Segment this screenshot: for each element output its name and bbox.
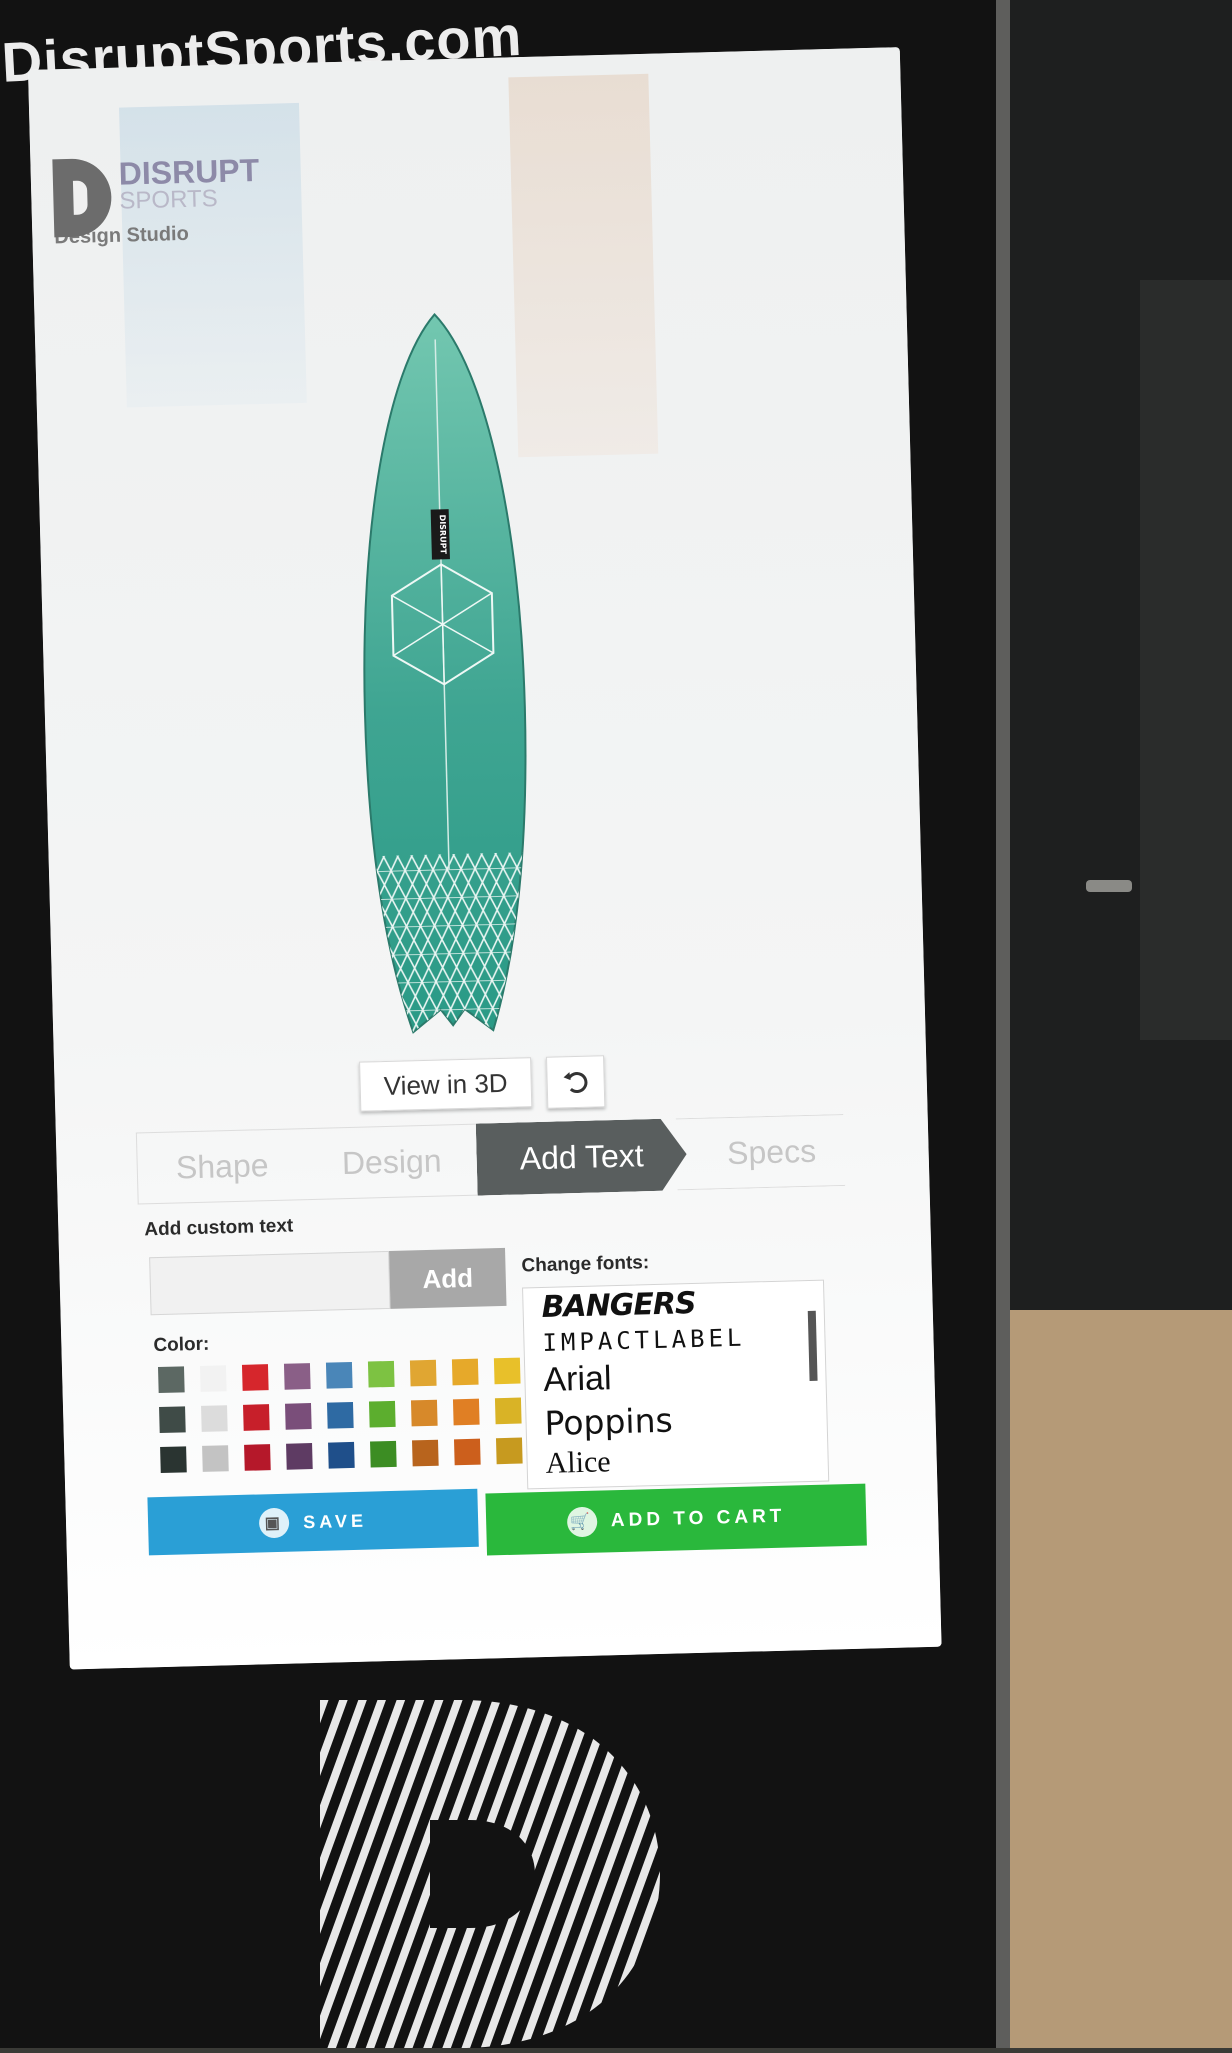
color-swatch[interactable] bbox=[493, 1357, 521, 1385]
color-swatch[interactable] bbox=[328, 1441, 355, 1469]
color-label: Color: bbox=[153, 1333, 210, 1357]
kiosk-frame: DisruptSports.com DISRUPT SPORTS Design … bbox=[0, 0, 1010, 2048]
logo-text: DISRUPT SPORTS Design Studio bbox=[54, 151, 261, 248]
color-swatch[interactable] bbox=[370, 1440, 397, 1468]
color-swatch[interactable] bbox=[157, 1366, 185, 1394]
color-swatch[interactable] bbox=[199, 1365, 227, 1392]
color-swatch[interactable] bbox=[409, 1359, 437, 1387]
add-text-button[interactable]: Add bbox=[389, 1247, 507, 1309]
custom-text-input[interactable] bbox=[149, 1250, 391, 1316]
save-button-label: SAVE bbox=[302, 1510, 368, 1532]
door-handle bbox=[1086, 880, 1132, 892]
add-to-cart-button[interactable]: 🛒 ADD TO CART bbox=[485, 1483, 867, 1556]
save-button[interactable]: ▣ SAVE bbox=[147, 1488, 479, 1556]
color-swatch[interactable] bbox=[451, 1358, 479, 1386]
view-in-3d-button[interactable]: View in 3D bbox=[359, 1057, 533, 1112]
font-option-alice[interactable]: Alice bbox=[527, 1438, 828, 1484]
color-swatch[interactable] bbox=[495, 1437, 523, 1465]
surfboard-pattern bbox=[354, 851, 534, 1034]
color-swatch-grid bbox=[157, 1357, 523, 1474]
background-glass bbox=[1140, 280, 1232, 1040]
font-list[interactable]: BANGERS IMPACTLABEL Arial Poppins Alice bbox=[522, 1279, 830, 1490]
board-sticker-text: DISRUPT bbox=[438, 515, 448, 555]
custom-text-label: Add custom text bbox=[144, 1215, 294, 1241]
tab-add-text[interactable]: Add Text bbox=[476, 1118, 688, 1195]
tab-specs[interactable]: Specs bbox=[676, 1113, 868, 1190]
color-swatch[interactable] bbox=[202, 1445, 229, 1472]
color-swatch[interactable] bbox=[494, 1397, 522, 1425]
kiosk-screen: DISRUPT SPORTS Design Studio DISRUPT Vie… bbox=[28, 47, 942, 1670]
tab-design[interactable]: Design bbox=[305, 1123, 478, 1201]
color-swatch[interactable] bbox=[160, 1446, 187, 1474]
surfboard-graphic: DISRUPT bbox=[354, 312, 534, 1034]
color-swatch[interactable] bbox=[452, 1398, 480, 1426]
color-swatch[interactable] bbox=[326, 1401, 354, 1429]
striped-d-logo-icon bbox=[320, 1700, 660, 2048]
color-swatch[interactable] bbox=[241, 1364, 269, 1391]
kiosk-base-logo bbox=[320, 1700, 660, 2048]
add-to-cart-label: ADD TO CART bbox=[610, 1505, 786, 1532]
color-swatch[interactable] bbox=[283, 1363, 311, 1390]
reflection-window bbox=[119, 102, 307, 408]
color-swatch[interactable] bbox=[410, 1399, 438, 1427]
color-swatch[interactable] bbox=[367, 1360, 395, 1388]
color-swatch[interactable] bbox=[285, 1403, 312, 1430]
tab-shape[interactable]: Shape bbox=[135, 1128, 308, 1205]
color-swatch[interactable] bbox=[159, 1406, 186, 1434]
undo-icon bbox=[563, 1072, 588, 1094]
color-swatch[interactable] bbox=[325, 1361, 353, 1389]
color-swatch[interactable] bbox=[243, 1404, 270, 1431]
color-swatch[interactable] bbox=[201, 1405, 228, 1432]
logo-line-sports: SPORTS bbox=[119, 185, 219, 215]
app-logo: DISRUPT SPORTS Design Studio bbox=[52, 151, 261, 248]
color-swatch[interactable] bbox=[286, 1443, 313, 1470]
reset-button[interactable] bbox=[546, 1055, 606, 1109]
save-icon: ▣ bbox=[258, 1507, 290, 1539]
logo-line-disrupt: DISRUPT bbox=[118, 151, 260, 192]
change-fonts-label: Change fonts: bbox=[521, 1252, 650, 1277]
color-swatch[interactable] bbox=[244, 1444, 271, 1471]
color-swatch[interactable] bbox=[368, 1400, 396, 1428]
cart-icon: 🛒 bbox=[566, 1506, 598, 1538]
surfboard-preview[interactable]: DISRUPT bbox=[334, 307, 553, 1042]
color-swatch[interactable] bbox=[412, 1439, 439, 1467]
color-swatch[interactable] bbox=[453, 1438, 481, 1466]
